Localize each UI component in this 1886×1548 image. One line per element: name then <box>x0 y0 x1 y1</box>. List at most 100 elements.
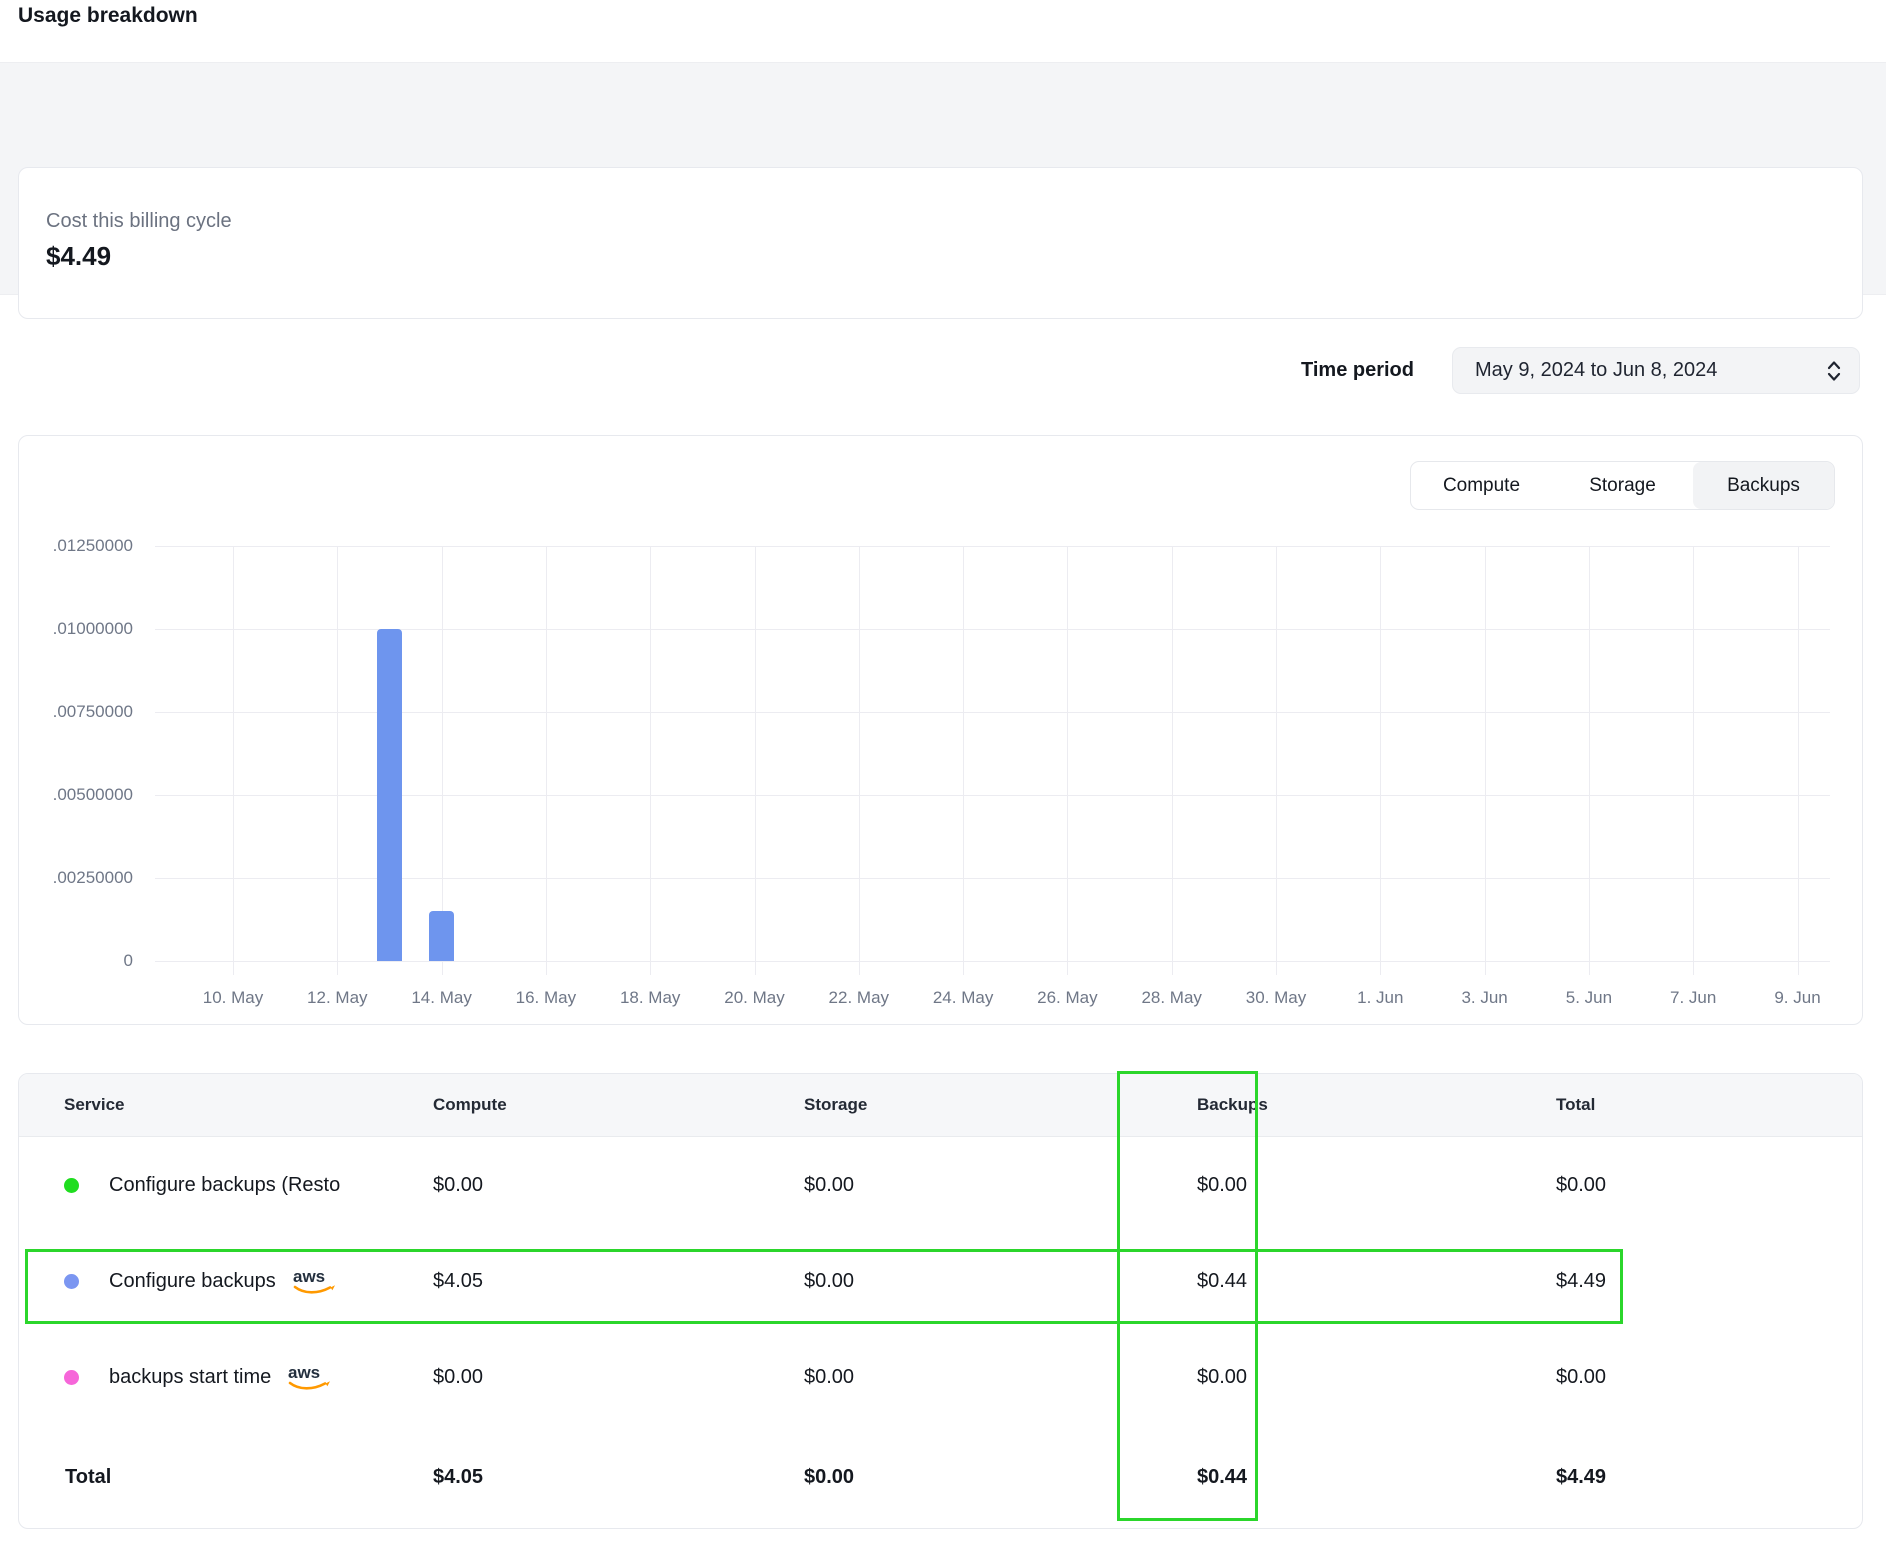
v-gridline <box>650 546 651 975</box>
usage-breakdown-page: Usage breakdown Cost this billing cycle … <box>0 0 1886 1548</box>
v-gridline <box>963 546 964 975</box>
total-total: $4.49 <box>1556 1466 1862 1489</box>
storage-cell: $0.00 <box>804 1366 1167 1389</box>
v-gridline <box>755 546 756 975</box>
time-period-label: Time period <box>1301 359 1414 382</box>
table-header-row: Service Compute Storage Backups Total <box>19 1074 1862 1137</box>
v-gridline <box>233 546 234 975</box>
total-cell: $0.00 <box>1556 1174 1862 1197</box>
v-gridline <box>1380 546 1381 975</box>
h-gridline <box>155 961 1830 962</box>
service-cell: Configure backups aws <box>64 1266 433 1297</box>
usage-chart-panel <box>18 435 1863 1025</box>
column-header-total: Total <box>1556 1095 1862 1115</box>
series-color-dot <box>64 1370 79 1385</box>
h-gridline <box>155 712 1830 713</box>
y-axis-label: .01250000 <box>13 535 133 557</box>
y-axis-label: .00250000 <box>13 867 133 889</box>
aws-logo-icon: aws <box>290 1266 338 1297</box>
v-gridline <box>337 546 338 975</box>
v-gridline <box>859 546 860 975</box>
table-total-row: Total $4.05 $0.00 $0.44 $4.49 <box>19 1425 1862 1529</box>
series-color-dot <box>64 1274 79 1289</box>
chart-metric-tabs: ComputeStorageBackups <box>1410 461 1835 510</box>
x-axis-label: 10. May <box>185 987 281 1009</box>
y-axis-label: .00750000 <box>13 701 133 723</box>
v-gridline <box>1172 546 1173 975</box>
billing-cycle-amount: $4.49 <box>46 241 1862 272</box>
time-period-value: May 9, 2024 to Jun 8, 2024 <box>1475 359 1825 382</box>
total-cell: $0.00 <box>1556 1366 1862 1389</box>
total-label: Total <box>64 1466 433 1489</box>
h-gridline <box>155 878 1830 879</box>
column-header-compute: Compute <box>433 1095 804 1115</box>
table-row: Configure backups aws $4.05$0.00$0.44$4.… <box>19 1233 1862 1329</box>
page-title: Usage breakdown <box>18 4 198 28</box>
time-period-select[interactable]: May 9, 2024 to Jun 8, 2024 <box>1452 347 1860 394</box>
tab-compute[interactable]: Compute <box>1411 462 1552 509</box>
column-header-storage: Storage <box>804 1095 1167 1115</box>
compute-cell: $0.00 <box>433 1174 804 1197</box>
x-axis-label: 30. May <box>1228 987 1324 1009</box>
service-name: Configure backups (Resto <box>109 1174 340 1197</box>
service-cell: Configure backups (Resto <box>64 1174 433 1197</box>
x-axis-label: 12. May <box>289 987 385 1009</box>
h-gridline <box>155 546 1830 547</box>
table-row: Configure backups (Resto$0.00$0.00$0.00$… <box>19 1137 1862 1233</box>
svg-text:aws: aws <box>293 1267 325 1286</box>
billing-cycle-label: Cost this billing cycle <box>46 210 1862 233</box>
storage-cell: $0.00 <box>804 1270 1167 1293</box>
x-axis-label: 22. May <box>811 987 907 1009</box>
x-axis-label: 3. Jun <box>1437 987 1533 1009</box>
table-row: backups start time aws $0.00$0.00$0.00$0… <box>19 1329 1862 1425</box>
select-updown-icon <box>1825 358 1843 384</box>
v-gridline <box>1485 546 1486 975</box>
x-axis-label: 5. Jun <box>1541 987 1637 1009</box>
x-axis-label: 28. May <box>1124 987 1220 1009</box>
storage-cell: $0.00 <box>804 1174 1167 1197</box>
usage-table: Service Compute Storage Backups Total Co… <box>18 1073 1863 1529</box>
aws-logo-icon: aws <box>285 1362 333 1393</box>
total-cell: $4.49 <box>1556 1270 1862 1293</box>
y-axis-label: .00500000 <box>13 784 133 806</box>
x-axis-label: 16. May <box>498 987 594 1009</box>
x-axis-label: 26. May <box>1019 987 1115 1009</box>
service-cell: backups start time aws <box>64 1362 433 1393</box>
x-axis-label: 7. Jun <box>1645 987 1741 1009</box>
h-gridline <box>155 629 1830 630</box>
v-gridline <box>1798 546 1799 975</box>
total-compute: $4.05 <box>433 1466 804 1489</box>
x-axis-label: 20. May <box>707 987 803 1009</box>
series-color-dot <box>64 1178 79 1193</box>
service-name: Configure backups <box>109 1270 276 1293</box>
svg-text:aws: aws <box>288 1363 320 1382</box>
x-axis-label: 9. Jun <box>1750 987 1846 1009</box>
compute-cell: $4.05 <box>433 1270 804 1293</box>
backups-cell: $0.00 <box>1167 1366 1556 1389</box>
v-gridline <box>1693 546 1694 975</box>
total-storage: $0.00 <box>804 1466 1167 1489</box>
y-axis-label: 0 <box>13 950 133 972</box>
v-gridline <box>1276 546 1277 975</box>
column-header-service: Service <box>64 1095 433 1115</box>
y-axis-label: .01000000 <box>13 618 133 640</box>
x-axis-label: 24. May <box>915 987 1011 1009</box>
compute-cell: $0.00 <box>433 1366 804 1389</box>
x-axis-label: 1. Jun <box>1332 987 1428 1009</box>
tab-backups[interactable]: Backups <box>1693 462 1834 509</box>
v-gridline <box>1067 546 1068 975</box>
bar-14-may[interactable] <box>429 911 454 961</box>
x-axis-label: 18. May <box>602 987 698 1009</box>
v-gridline <box>546 546 547 975</box>
column-header-backups: Backups <box>1167 1095 1556 1115</box>
backups-cell: $0.00 <box>1167 1174 1556 1197</box>
h-gridline <box>155 795 1830 796</box>
backups-cell: $0.44 <box>1167 1270 1556 1293</box>
billing-cycle-card: Cost this billing cycle $4.49 <box>18 167 1863 319</box>
x-axis-label: 14. May <box>394 987 490 1009</box>
service-name: backups start time <box>109 1366 271 1389</box>
total-backups: $0.44 <box>1167 1466 1556 1489</box>
tab-storage[interactable]: Storage <box>1552 462 1693 509</box>
v-gridline <box>1589 546 1590 975</box>
bar-13-may[interactable] <box>377 629 402 961</box>
